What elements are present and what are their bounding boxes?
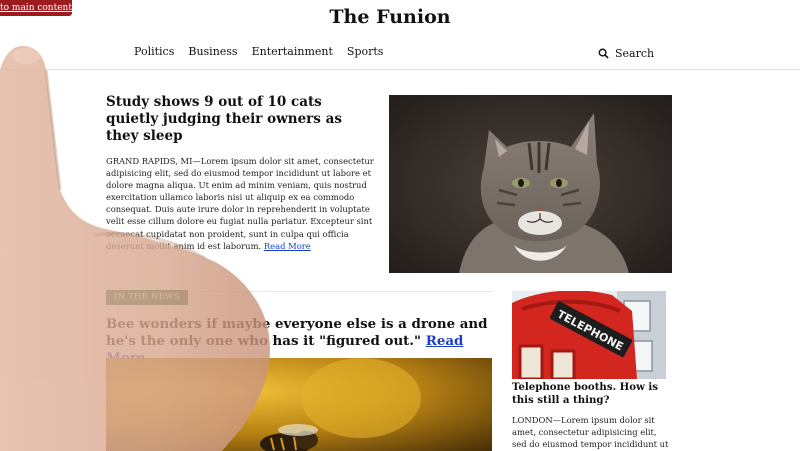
search-button[interactable]: Search [598,47,654,60]
side-headline[interactable]: Telephone booths. How is this still a th… [512,381,662,406]
cat-image [389,95,672,273]
lead-story: Study shows 9 out of 10 cats quietly jud… [106,94,376,252]
bee-image [106,358,492,451]
site-header: The Funion Politics Business Entertainme… [0,0,800,70]
nav-item-entertainment[interactable]: Entertainment [252,45,333,58]
search-icon [598,48,609,59]
bee-photo[interactable] [106,358,492,451]
lead-body-text: GRAND RAPIDS, MI—Lorem ipsum dolor sit a… [106,156,374,251]
primary-nav: Politics Business Entertainment Sports [134,45,383,58]
telephone-booth-image: TELEPHONE [512,291,666,379]
lead-headline[interactable]: Study shows 9 out of 10 cats quietly jud… [106,94,376,145]
side-body: LONDON—Lorem ipsum dolor sit amet, conse… [512,415,669,449]
lead-read-more-link[interactable]: Read More [264,241,311,251]
lead-body: GRAND RAPIDS, MI—Lorem ipsum dolor sit a… [106,155,376,252]
search-label: Search [615,47,655,60]
site-title[interactable]: The Funion [0,6,780,28]
nav-item-business[interactable]: Business [188,45,237,58]
nav-item-sports[interactable]: Sports [347,45,384,58]
skip-to-main-content-link[interactable]: to main content [0,0,72,16]
telephone-booth-photo[interactable]: TELEPHONE [512,291,666,379]
in-the-news-tag: IN THE NEWS [106,290,188,305]
nav-item-politics[interactable]: Politics [134,45,174,58]
cat-photo[interactable] [389,95,672,273]
